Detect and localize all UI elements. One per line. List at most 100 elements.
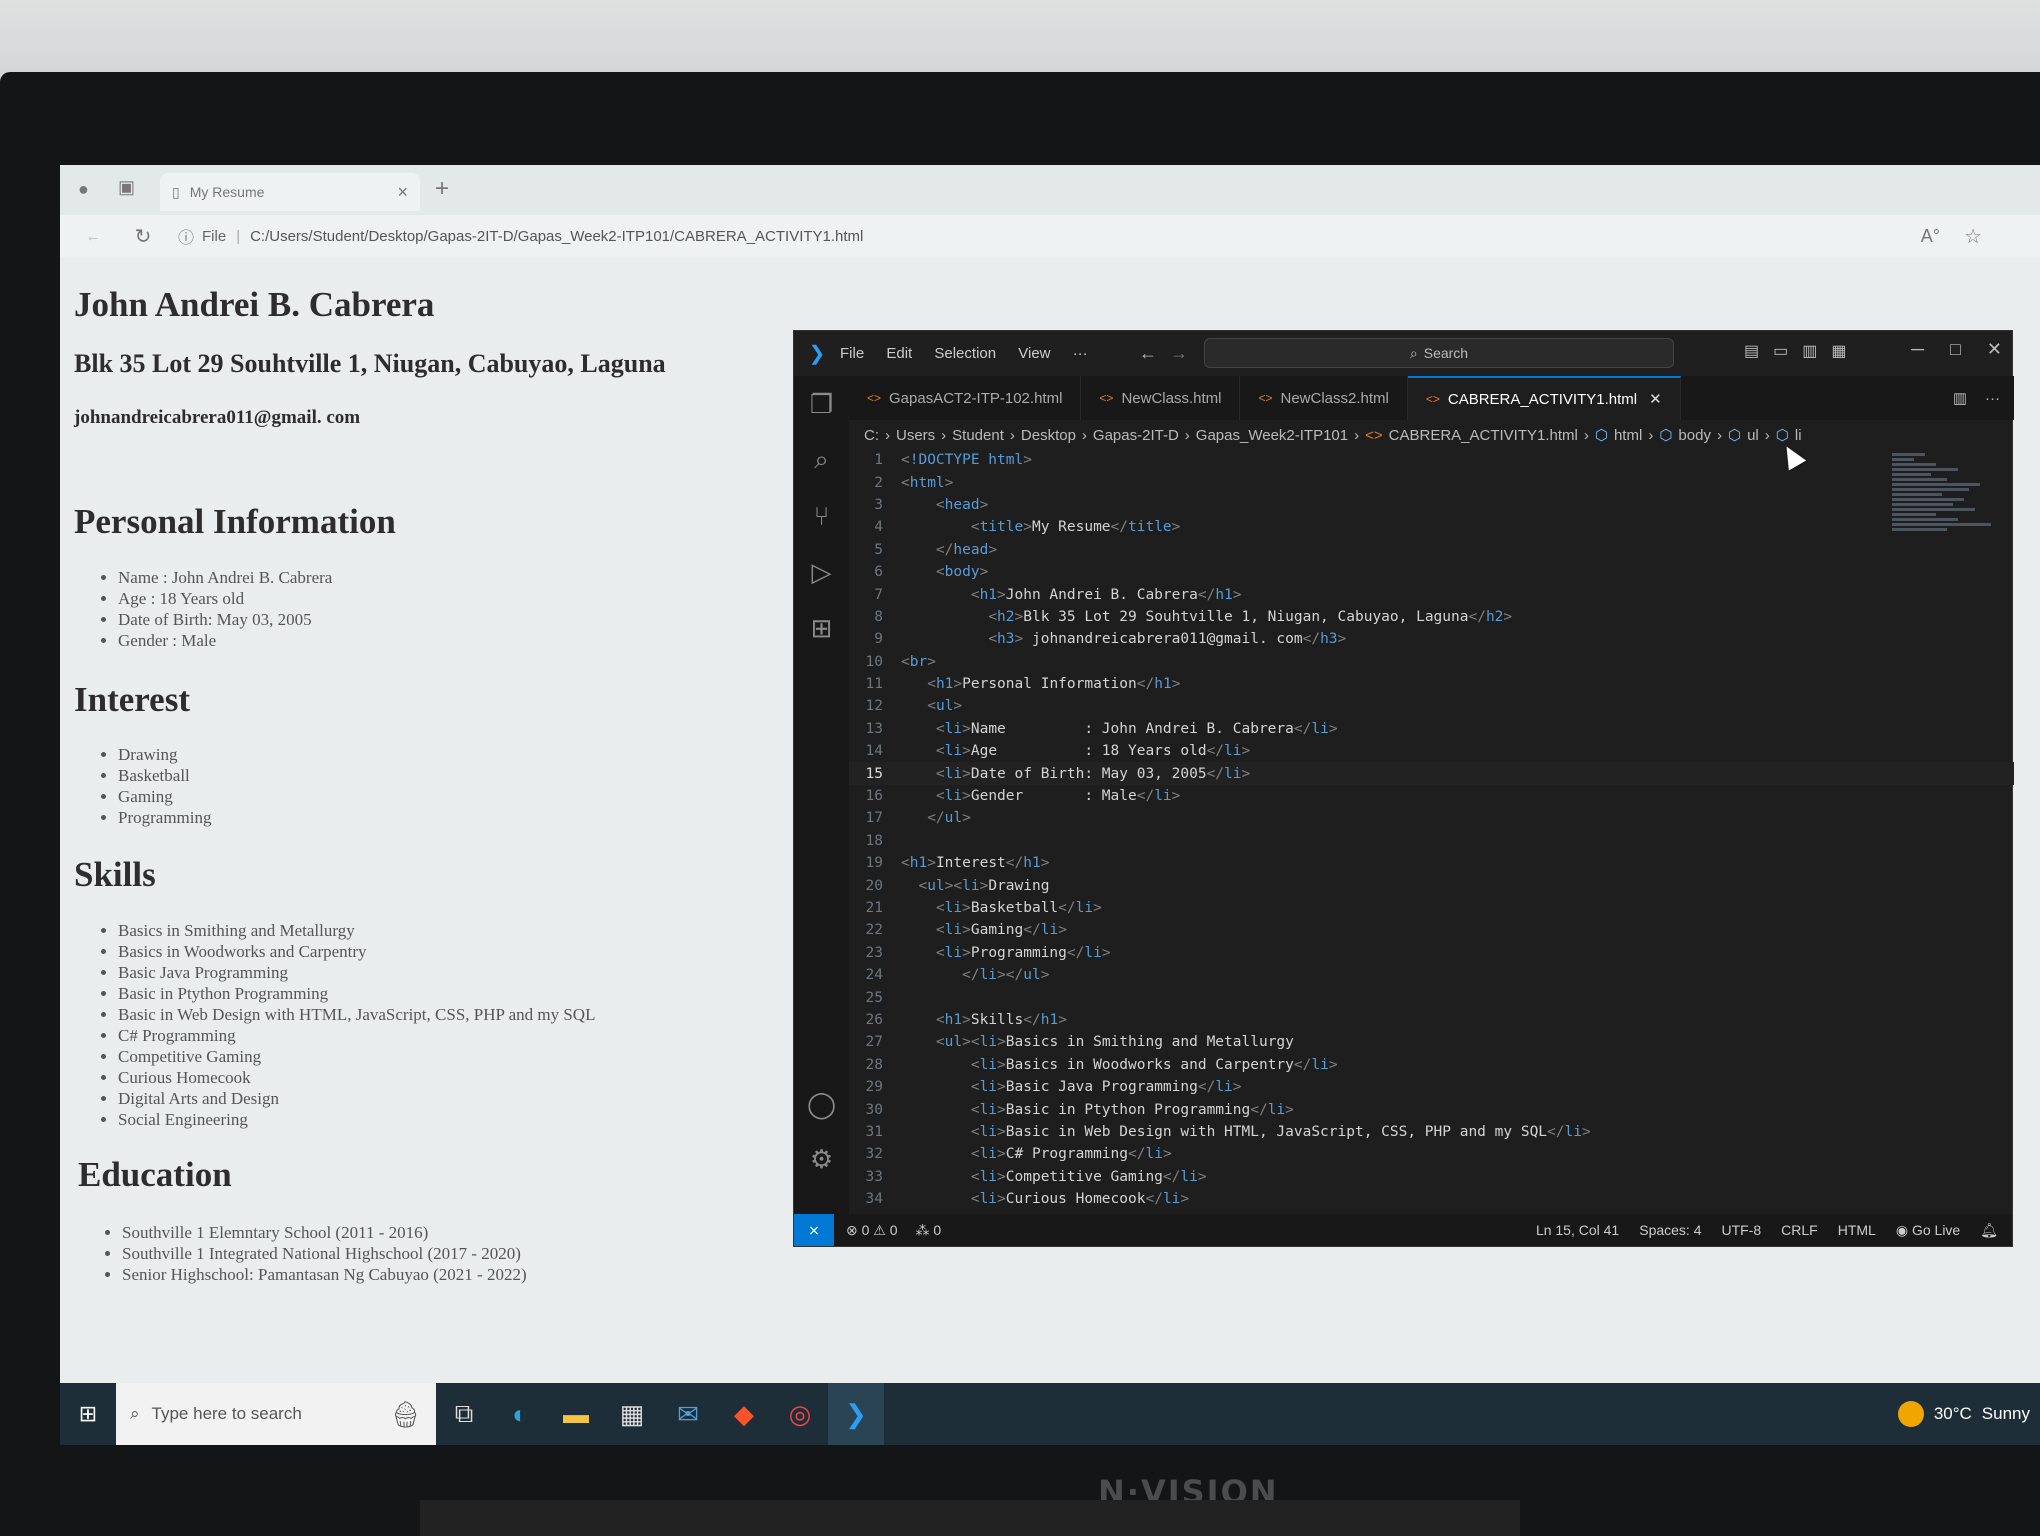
editor-tab[interactable]: <> NewClass2.html [1240, 376, 1408, 420]
code-line[interactable]: 17 </ul> [849, 807, 2014, 829]
menu-view[interactable]: View [1018, 345, 1050, 362]
code-line[interactable]: 26 <h1>Skills</h1> [849, 1009, 2014, 1031]
breadcrumb-item[interactable]: html [1614, 427, 1642, 444]
settings-gear-icon[interactable]: ⚙ [794, 1131, 849, 1187]
search-view-icon[interactable]: ⌕ [794, 432, 849, 488]
mail-icon[interactable]: ✉ [660, 1383, 716, 1445]
code-line[interactable]: 7 <h1>John Andrei B. Cabrera</h1> [849, 583, 2014, 605]
toggle-sidebar-icon[interactable]: ▤ [1744, 341, 1759, 361]
command-search[interactable]: ⌕ Search [1204, 338, 1674, 368]
breadcrumb-item[interactable]: body [1678, 427, 1711, 444]
customize-layout-icon[interactable]: ▦ [1831, 341, 1846, 361]
breadcrumb-item[interactable]: Student [952, 427, 1004, 444]
new-tab-button[interactable]: + [435, 175, 449, 203]
windows-start-icon[interactable]: ⊞ [60, 1383, 116, 1445]
taskbar-search[interactable]: ⌕ Type here to search 🧁︎ [116, 1383, 436, 1445]
code-line[interactable]: 12 <ul> [849, 695, 2014, 717]
code-line[interactable]: 30 <li>Basic in Ptython Programming</li> [849, 1098, 2014, 1120]
browser-tab[interactable]: ▯ My Resume × [160, 173, 420, 211]
breadcrumb-item[interactable]: Users [896, 427, 935, 444]
breadcrumb-item[interactable]: C: [864, 427, 879, 444]
code-line[interactable]: 21 <li>Basketball</li> [849, 897, 2014, 919]
code-line[interactable]: 23 <li>Programming</li> [849, 942, 2014, 964]
line-ending[interactable]: CRLF [1781, 1222, 1818, 1239]
breadcrumb-item[interactable]: li [1795, 427, 1802, 444]
address-url[interactable]: C:/Users/Student/Desktop/Gapas-2IT-D/Gap… [250, 228, 863, 245]
problems-count[interactable]: ⊗ 0 ⚠ 0 [846, 1222, 898, 1239]
code-line[interactable]: 11 <h1>Personal Information</h1> [849, 673, 2014, 695]
minimap[interactable] [1892, 451, 2002, 571]
split-editor-icon[interactable]: ▥ [1953, 389, 1967, 407]
code-line[interactable]: 32 <li>C# Programming</li> [849, 1143, 2014, 1165]
brave-browser-icon[interactable]: ◆ [716, 1383, 772, 1445]
language-mode[interactable]: HTML [1838, 1222, 1876, 1239]
close-icon[interactable]: ✕ [1987, 339, 2002, 360]
nav-forward-icon[interactable]: → [1170, 343, 1188, 364]
code-line[interactable]: 22 <li>Gaming</li> [849, 919, 2014, 941]
breadcrumb-item[interactable]: Desktop [1021, 427, 1076, 444]
code-line[interactable]: 8 <h2>Blk 35 Lot 29 Souhtville 1, Niugan… [849, 606, 2014, 628]
code-line[interactable]: 27 <ul><li>Basics in Smithing and Metall… [849, 1031, 2014, 1053]
info-icon[interactable]: ⓘ [178, 224, 194, 248]
code-line[interactable]: 4 <title>My Resume</title> [849, 516, 2014, 538]
task-view-icon[interactable]: ⧉ [436, 1383, 492, 1445]
code-line[interactable]: 29 <li>Basic Java Programming</li> [849, 1076, 2014, 1098]
breadcrumb-item[interactable]: ul [1747, 427, 1759, 444]
code-line[interactable]: 20 <ul><li>Drawing [849, 874, 2014, 896]
code-line[interactable]: 19 <h1>Interest</h1> [849, 852, 2014, 874]
breadcrumb-item[interactable]: Gapas_Week2-ITP101 [1196, 427, 1348, 444]
minimize-icon[interactable]: ─ [1911, 339, 1924, 360]
weather-widget[interactable]: 30°C Sunny [1897, 1383, 2040, 1445]
vscode-taskbar-icon[interactable]: ❯ [828, 1383, 884, 1445]
code-line[interactable]: 1 <!DOCTYPE html> [849, 449, 2014, 471]
code-line[interactable]: 15 <li>Date of Birth: May 03, 2005</li> [849, 762, 2014, 785]
file-explorer-icon[interactable]: ▬ [548, 1383, 604, 1445]
refresh-icon[interactable]: ↻ [128, 224, 158, 249]
code-line[interactable]: 10 <br> [849, 651, 2014, 673]
code-line[interactable]: 25 [849, 986, 2014, 1008]
code-line[interactable]: 6 <body> [849, 561, 2014, 583]
code-line[interactable]: 3 <head> [849, 494, 2014, 516]
menu-more[interactable]: ··· [1073, 345, 1088, 362]
cursor-position[interactable]: Ln 15, Col 41 [1536, 1222, 1619, 1239]
store-icon[interactable]: ▦ [604, 1383, 660, 1445]
editor-tab-active[interactable]: <> CABRERA_ACTIVITY1.html ✕ [1407, 376, 1681, 420]
code-line[interactable]: 28 <li>Basics in Woodworks and Carpentry… [849, 1054, 2014, 1076]
notifications-bell-icon[interactable]: 🔔︎ [1980, 1222, 1998, 1239]
ports-count[interactable]: ⁂ 0 [916, 1222, 942, 1239]
code-line[interactable]: 18 [849, 830, 2014, 852]
maximize-icon[interactable]: □ [1950, 339, 1961, 360]
code-line[interactable]: 33 <li>Competitive Gaming</li> [849, 1166, 2014, 1188]
code-line[interactable]: 9 <h3> johnandreicabrera011@gmail. com</… [849, 628, 2014, 650]
back-icon[interactable]: ← [78, 228, 108, 245]
code-line[interactable]: 24 </li></ul> [849, 964, 2014, 986]
tab-close-icon[interactable]: ✕ [1649, 390, 1662, 408]
nav-back-icon[interactable]: ← [1139, 343, 1157, 364]
toggle-panel-icon[interactable]: ▭ [1773, 341, 1788, 361]
menu-edit[interactable]: Edit [886, 345, 912, 362]
code-line[interactable]: 34 <li>Curious Homecook</li> [849, 1188, 2014, 1210]
encoding[interactable]: UTF-8 [1722, 1222, 1762, 1239]
menu-selection[interactable]: Selection [934, 345, 996, 362]
code-line[interactable]: 31 <li>Basic in Web Design with HTML, Ja… [849, 1121, 2014, 1143]
code-line[interactable]: 13 <li>Name : John Andrei B. Cabrera</li… [849, 718, 2014, 740]
editor-tab[interactable]: <> NewClass.html [1081, 376, 1241, 420]
accounts-icon[interactable]: ◯ [794, 1076, 849, 1132]
breadcrumb-item[interactable]: CABRERA_ACTIVITY1.html [1389, 427, 1578, 444]
toggle-secondary-sidebar-icon[interactable]: ▥ [1802, 341, 1817, 361]
editor-tab[interactable]: <> GapasACT2-ITP-102.html [849, 376, 1082, 420]
run-debug-icon[interactable]: ▷ [794, 544, 849, 600]
read-aloud-icon[interactable]: A° [1921, 226, 1940, 247]
profile-icon[interactable]: ● [78, 179, 89, 200]
menu-file[interactable]: File [840, 345, 864, 362]
favorite-star-icon[interactable]: ☆ [1964, 224, 1982, 249]
code-line[interactable]: 14 <li>Age : 18 Years old</li> [849, 740, 2014, 762]
more-actions-icon[interactable]: ··· [1985, 390, 2000, 407]
code-line[interactable]: 16 <li>Gender : Male</li> [849, 785, 2014, 807]
code-editor[interactable]: 1 <!DOCTYPE html> 2 <html> 3 <head> 4 <title>… [849, 449, 2014, 1214]
indentation[interactable]: Spaces: 4 [1639, 1222, 1701, 1239]
breadcrumb-item[interactable]: Gapas-2IT-D [1093, 427, 1179, 444]
tab-actions-icon[interactable]: ▣ [118, 177, 135, 198]
go-live-button[interactable]: ◉ Go Live [1896, 1222, 1960, 1239]
code-line[interactable]: 2 <html> [849, 471, 2014, 493]
